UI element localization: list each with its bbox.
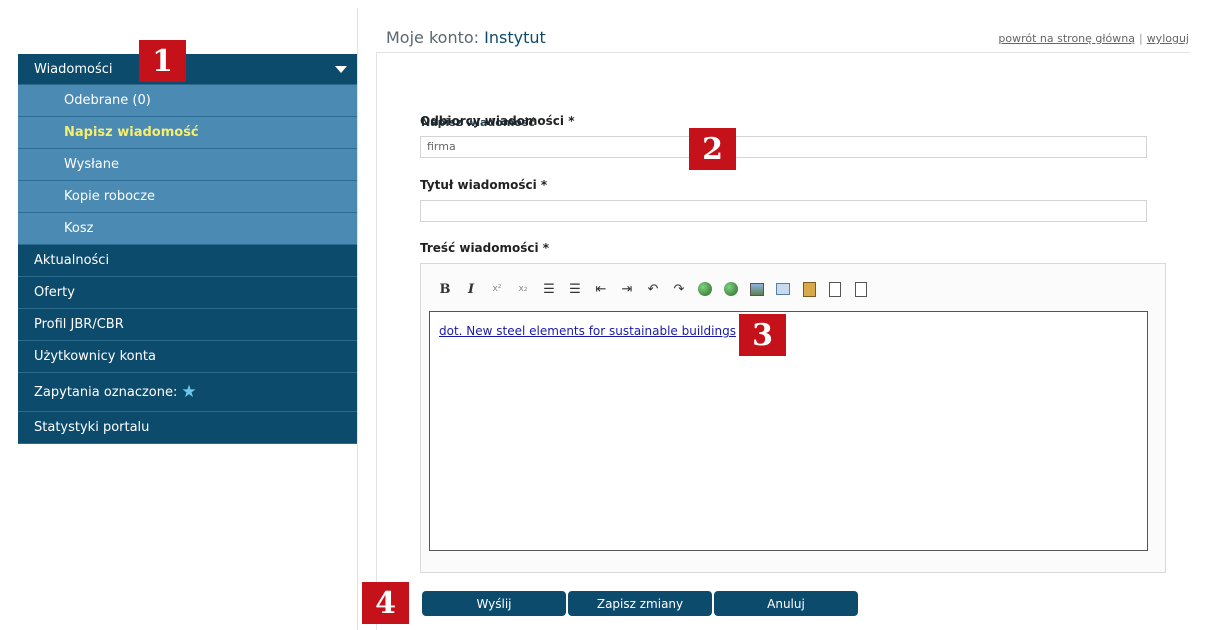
- sidebar-item-label: Użytkownicy konta: [34, 349, 156, 364]
- sidebar-item-profile[interactable]: Profil JBR/CBR: [18, 309, 357, 341]
- sidebar-subitem-sent[interactable]: Wysłane: [18, 149, 357, 181]
- link-separator: |: [1138, 32, 1143, 45]
- editor-toolbar: B I x² x₂ ☰ ☰ ⇤ ⇥ ↶ ↷: [435, 279, 871, 299]
- body-label: Treść wiadomości *: [420, 241, 550, 255]
- home-link[interactable]: powrót na stronę główną: [998, 32, 1135, 45]
- unlink-icon[interactable]: [721, 279, 741, 299]
- sidebar-item-label: Wiadomości: [34, 61, 113, 77]
- sidebar-item-statistics[interactable]: Statystyki portalu: [18, 412, 357, 444]
- chevron-down-icon[interactable]: [335, 65, 347, 73]
- preview-icon[interactable]: [851, 279, 871, 299]
- form-buttons: Wyślij Zapisz zmiany Anuluj: [422, 591, 858, 616]
- editor-content-area[interactable]: dot. New steel elements for sustainable …: [429, 311, 1148, 551]
- sidebar-item-news[interactable]: Aktualności: [18, 245, 357, 277]
- superscript-button[interactable]: x²: [487, 279, 507, 299]
- indent-icon[interactable]: ⇥: [617, 279, 637, 299]
- recipients-label: Odbiorcy wiadomości *: [420, 114, 575, 128]
- marker-3: 3: [739, 314, 786, 356]
- marker-1: 1: [139, 40, 186, 82]
- sidebar-subitem-label: Napisz wiadomość: [64, 125, 199, 140]
- source-icon[interactable]: [825, 279, 845, 299]
- sidebar-item-messages[interactable]: Wiadomości: [18, 54, 357, 85]
- sidebar-item-label: Aktualności: [34, 253, 110, 268]
- header-links: powrót na stronę główną | wyloguj: [998, 32, 1189, 45]
- account-name: Instytut: [484, 28, 546, 47]
- sidebar-subitem-label: Wysłane: [64, 157, 119, 172]
- link-icon[interactable]: [695, 279, 715, 299]
- subject-input[interactable]: [420, 200, 1147, 222]
- bold-button[interactable]: B: [435, 279, 455, 299]
- sidebar-item-label: Statystyki portalu: [34, 420, 150, 435]
- sidebar-subitem-inbox[interactable]: Odebrane (0): [18, 85, 357, 117]
- sidebar-item-label: Oferty: [34, 285, 75, 300]
- sidebar-item-label: Profil JBR/CBR: [34, 317, 124, 332]
- marker-4: 4: [362, 582, 409, 624]
- paste-icon[interactable]: [799, 279, 819, 299]
- table-icon[interactable]: [773, 279, 793, 299]
- ordered-list-icon[interactable]: ☰: [539, 279, 559, 299]
- sidebar-subitem-compose[interactable]: Napisz wiadomość: [18, 117, 357, 149]
- unordered-list-icon[interactable]: ☰: [565, 279, 585, 299]
- sidebar-item-account-users[interactable]: Użytkownicy konta: [18, 341, 357, 373]
- logout-link[interactable]: wyloguj: [1147, 32, 1189, 45]
- sidebar-subitem-label: Kosz: [64, 221, 94, 236]
- message-body-link[interactable]: dot. New steel elements for sustainable …: [439, 324, 736, 338]
- page-title-prefix: Moje konto:: [386, 28, 480, 47]
- undo-icon[interactable]: ↶: [643, 279, 663, 299]
- subscript-button[interactable]: x₂: [513, 279, 533, 299]
- redo-icon[interactable]: ↷: [669, 279, 689, 299]
- italic-button[interactable]: I: [461, 279, 481, 299]
- marker-2: 2: [689, 128, 736, 170]
- send-button[interactable]: Wyślij: [422, 591, 566, 616]
- sidebar-item-offers[interactable]: Oferty: [18, 277, 357, 309]
- subject-label: Tytuł wiadomości *: [420, 178, 548, 192]
- sidebar-subitem-label: Kopie robocze: [64, 189, 156, 204]
- sidebar-item-marked-queries[interactable]: Zapytania oznaczone: ★: [18, 373, 357, 412]
- save-button[interactable]: Zapisz zmiany: [568, 591, 712, 616]
- sidebar-item-label: Zapytania oznaczone:: [34, 384, 178, 400]
- page-title: Moje konto: Instytut: [386, 28, 546, 47]
- recipients-input[interactable]: firma: [420, 136, 1147, 158]
- sidebar-subitem-trash[interactable]: Kosz: [18, 213, 357, 245]
- rich-text-editor: B I x² x₂ ☰ ☰ ⇤ ⇥ ↶ ↷ dot. New steel ele…: [420, 263, 1166, 573]
- outdent-icon[interactable]: ⇤: [591, 279, 611, 299]
- image-icon[interactable]: [747, 279, 767, 299]
- sidebar-subitem-label: Odebrane (0): [64, 93, 151, 108]
- star-icon: ★: [181, 381, 197, 402]
- sidebar: Wiadomości Odebrane (0) Napisz wiadomość…: [18, 54, 357, 444]
- cancel-button[interactable]: Anuluj: [714, 591, 858, 616]
- sidebar-subitem-drafts[interactable]: Kopie robocze: [18, 181, 357, 213]
